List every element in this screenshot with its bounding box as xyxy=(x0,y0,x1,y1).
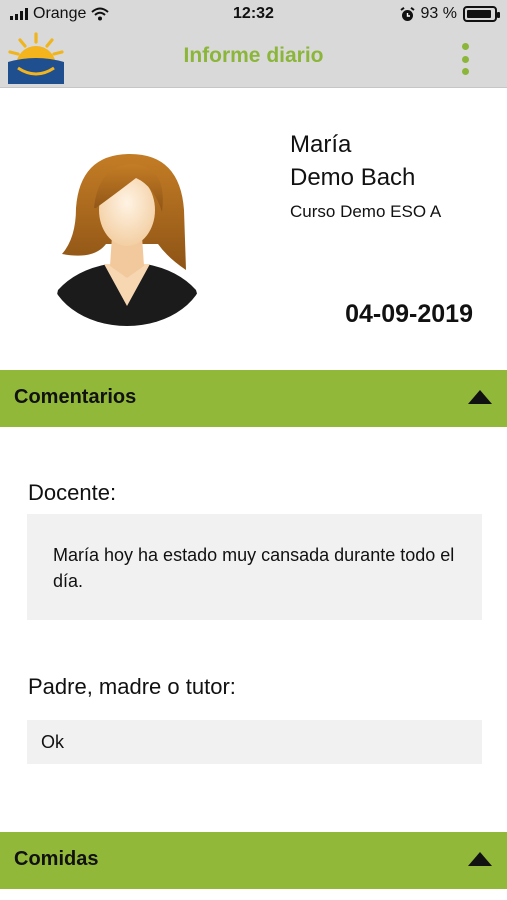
section-header-meals[interactable]: Comidas xyxy=(0,832,507,889)
student-last-name: Demo Bach xyxy=(290,164,416,191)
status-bar: Orange 12:32 93 % xyxy=(0,0,507,30)
sun-logo-icon[interactable] xyxy=(6,32,66,86)
alarm-icon xyxy=(399,6,415,21)
battery-icon xyxy=(463,6,500,22)
signal-icon xyxy=(10,8,28,20)
more-vertical-icon[interactable] xyxy=(459,43,471,75)
section-title-comments: Comentarios xyxy=(14,386,137,408)
page-title: Informe diario xyxy=(183,44,324,67)
parent-label: Padre, madre o tutor: xyxy=(28,674,236,699)
collapse-triangle-icon[interactable] xyxy=(468,390,492,404)
app-header: Informe diario xyxy=(0,30,507,88)
wifi-icon xyxy=(91,7,110,21)
battery-level xyxy=(467,10,492,18)
parent-comment-box[interactable]: Ok xyxy=(27,720,482,764)
section-header-comments[interactable]: Comentarios xyxy=(0,370,507,427)
status-left: Orange xyxy=(10,5,110,23)
parent-comment: Ok xyxy=(41,732,65,752)
report-date: 04-09-2019 xyxy=(345,300,473,328)
teacher-label: Docente: xyxy=(28,480,117,505)
student-avatar xyxy=(50,154,205,326)
teacher-comment-box: María hoy ha estado muy cansada durante … xyxy=(27,514,482,620)
battery-percent: 93 % xyxy=(420,5,457,22)
status-right: 93 % xyxy=(399,5,500,23)
collapse-triangle-icon[interactable] xyxy=(468,852,492,866)
student-course: Curso Demo ESO A xyxy=(290,202,442,221)
teacher-comment: María hoy ha estado muy cansada durante … xyxy=(53,545,455,591)
section-title-meals: Comidas xyxy=(14,848,99,870)
student-first-name: María xyxy=(290,131,352,158)
carrier-label: Orange xyxy=(33,5,87,22)
